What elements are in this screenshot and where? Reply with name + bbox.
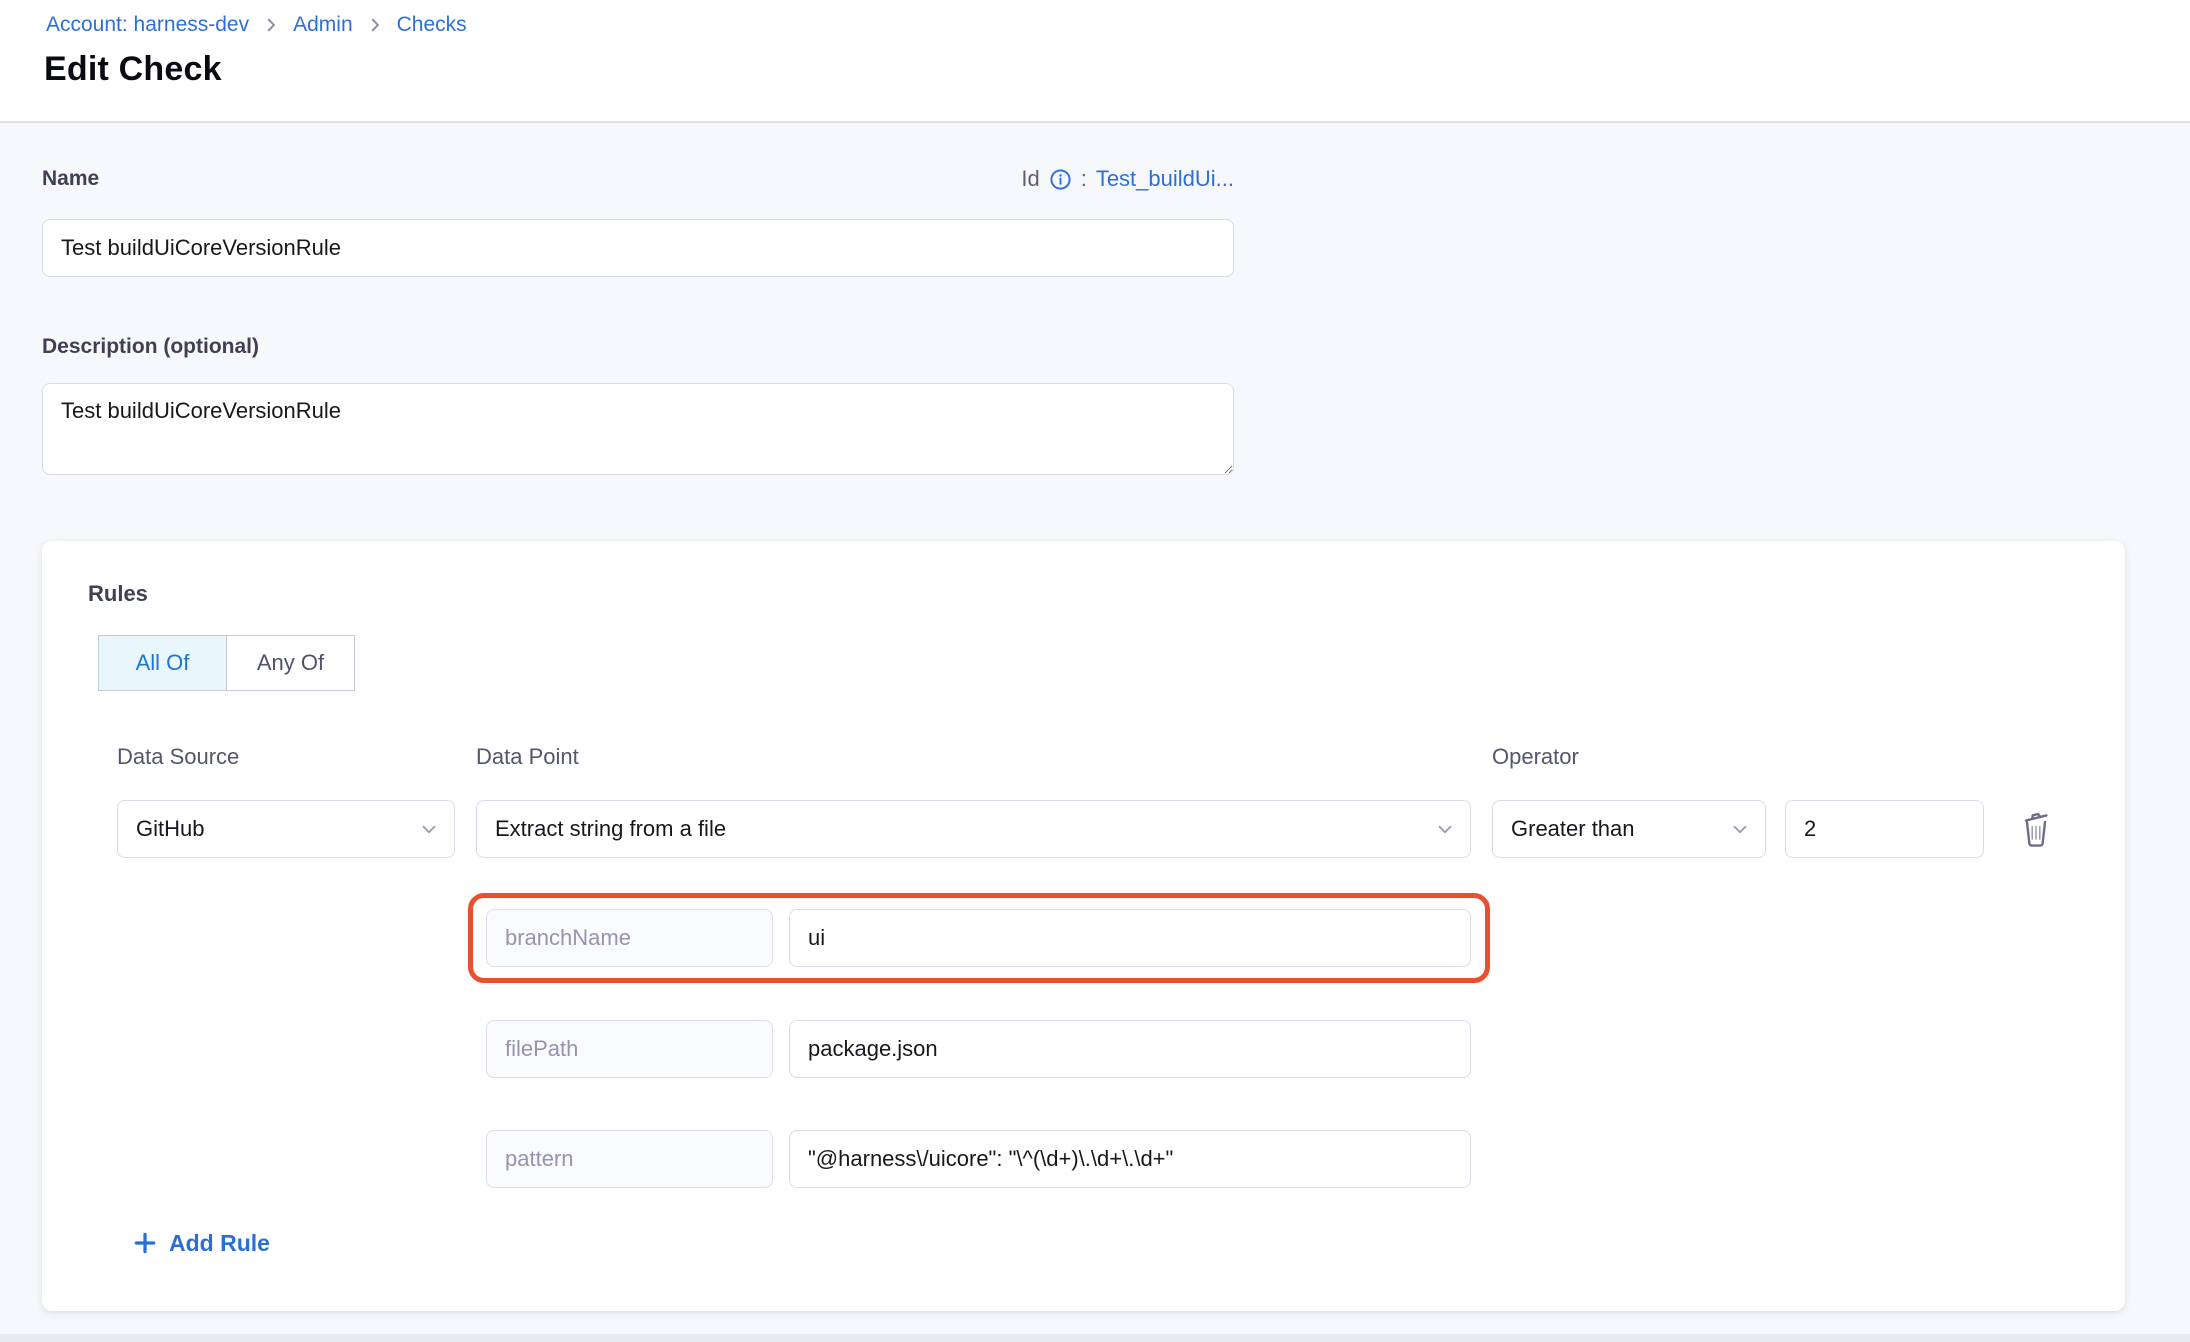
param-row-file-path <box>486 1020 1471 1078</box>
data-point-value: Extract string from a file <box>495 816 726 842</box>
param-value-pattern-input[interactable] <box>789 1130 1471 1188</box>
page-header: Account: harness-dev Admin Checks Edit C… <box>0 0 2190 123</box>
add-rule-button[interactable]: Add Rule <box>132 1225 270 1261</box>
param-row-branch-name <box>486 909 1471 967</box>
breadcrumb: Account: harness-dev Admin Checks <box>46 13 467 37</box>
data-source-select[interactable]: GitHub <box>117 800 455 858</box>
data-source-label: Data Source <box>117 744 239 770</box>
operator-select[interactable]: Greater than <box>1492 800 1766 858</box>
chevron-right-icon <box>262 16 280 34</box>
delete-rule-button[interactable] <box>2014 805 2058 853</box>
breadcrumb-admin-link[interactable]: Admin <box>293 13 353 37</box>
window-bottom-edge <box>0 1334 2190 1342</box>
chevron-right-icon <box>366 16 384 34</box>
name-label-row: Name Id : Test_buildUi... <box>42 166 1234 192</box>
page-title: Edit Check <box>44 50 222 89</box>
param-row-pattern <box>486 1130 1471 1188</box>
data-point-label: Data Point <box>476 744 579 770</box>
name-label: Name <box>42 167 99 191</box>
toggle-any-of[interactable]: Any Of <box>226 635 355 691</box>
param-key-branch-name <box>486 909 773 967</box>
rules-match-toggle: All Of Any Of <box>98 635 355 691</box>
data-source-value: GitHub <box>136 816 204 842</box>
trash-icon <box>2017 807 2055 852</box>
rules-label: Rules <box>88 581 148 607</box>
operator-label: Operator <box>1492 744 1579 770</box>
operator-value-input[interactable] <box>1785 800 1984 858</box>
description-label: Description (optional) <box>42 335 259 359</box>
chevron-down-icon <box>1434 818 1456 840</box>
id-colon: : <box>1081 166 1087 192</box>
id-group: Id : Test_buildUi... <box>1021 166 1234 192</box>
breadcrumb-checks-link[interactable]: Checks <box>397 13 467 37</box>
plus-icon <box>132 1230 158 1256</box>
data-point-select[interactable]: Extract string from a file <box>476 800 1471 858</box>
param-value-file-path-input[interactable] <box>789 1020 1471 1078</box>
description-textarea[interactable]: Test buildUiCoreVersionRule <box>42 383 1234 475</box>
chevron-down-icon <box>418 818 440 840</box>
param-value-branch-name-input[interactable] <box>789 909 1471 967</box>
toggle-all-of[interactable]: All Of <box>98 635 227 691</box>
info-icon[interactable] <box>1049 168 1072 191</box>
name-input[interactable] <box>42 219 1234 277</box>
breadcrumb-account-link[interactable]: Account: harness-dev <box>46 13 249 37</box>
rules-card: Rules All Of Any Of Data Source Data Poi… <box>42 541 2125 1311</box>
param-key-file-path <box>486 1020 773 1078</box>
operator-value: Greater than <box>1511 816 1635 842</box>
id-value-link[interactable]: Test_buildUi... <box>1096 166 1234 192</box>
id-label: Id <box>1021 166 1039 192</box>
chevron-down-icon <box>1729 818 1751 840</box>
param-key-pattern <box>486 1130 773 1188</box>
add-rule-label: Add Rule <box>169 1230 270 1257</box>
